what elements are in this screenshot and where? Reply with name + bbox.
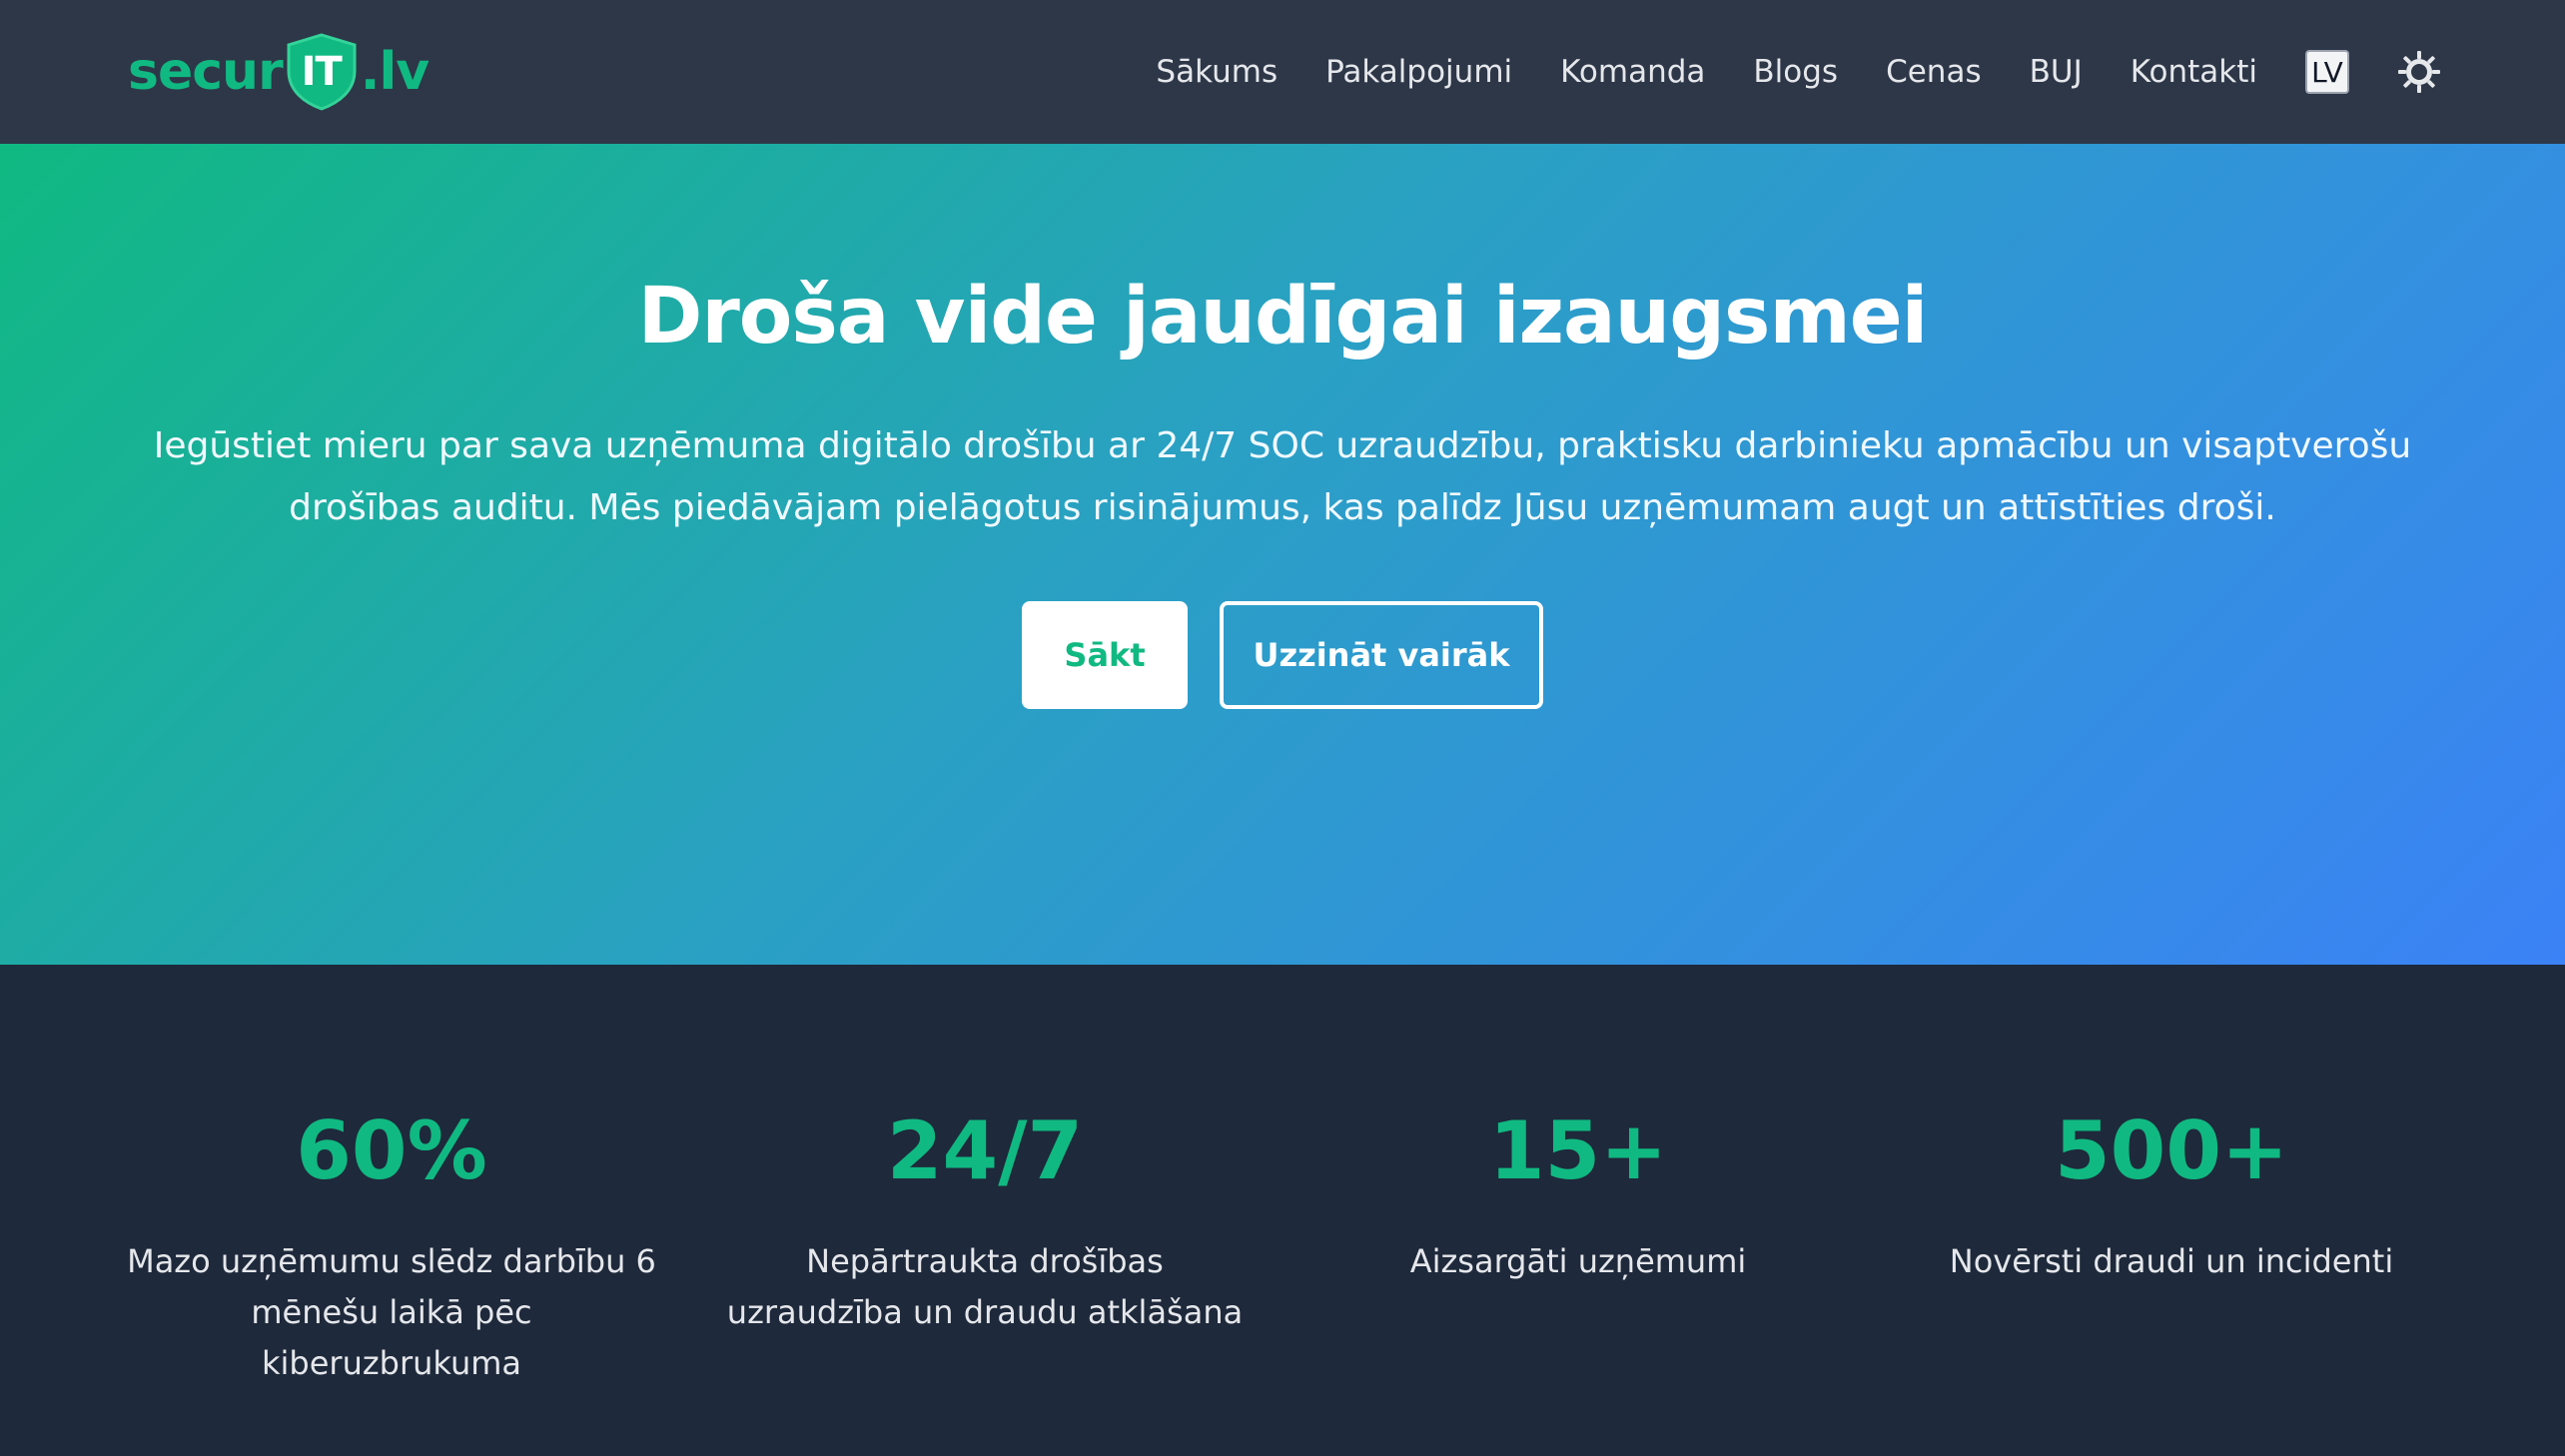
stat-value: 60% xyxy=(296,1104,487,1197)
stat-label: Nepārtraukta drošības uzraudzība un drau… xyxy=(726,1242,1244,1331)
stat-label: Mazo uzņēmumu slēdz darbību 6 mēnešu lai… xyxy=(127,1242,656,1382)
hero-subtitle: Iegūstiet mieru par sava uzņēmuma digitā… xyxy=(153,425,2412,528)
learn-more-button[interactable]: Uzzināt vairāk xyxy=(1220,601,1543,709)
stat-value: 15+ xyxy=(1488,1104,1668,1197)
top-navbar: secur IT .lv Sākums Pakalpojumi Komanda … xyxy=(0,0,2565,144)
nav-link-komanda[interactable]: Komanda xyxy=(1560,54,1705,90)
nav-link-kontakti[interactable]: Kontakti xyxy=(2131,54,2257,90)
logo-shield-text: IT xyxy=(301,49,343,95)
stat-label: Novērsti draudi un incidenti xyxy=(1949,1242,2394,1280)
logo-text-left: secur xyxy=(128,42,284,102)
stat-value: 24/7 xyxy=(886,1104,1084,1197)
logo-text-right: .lv xyxy=(360,42,429,102)
sun-icon xyxy=(2398,51,2440,93)
nav-link-sakums[interactable]: Sākums xyxy=(1156,54,1278,90)
nav-link-cenas[interactable]: Cenas xyxy=(1886,54,1982,90)
main-nav: Sākums Pakalpojumi Komanda Blogs Cenas B… xyxy=(1156,50,2441,94)
start-button[interactable]: Sākt xyxy=(1022,601,1188,709)
hero-section: Droša vide jaudīgai izaugsmei Iegūstiet … xyxy=(0,144,2565,965)
nav-link-blogs[interactable]: Blogs xyxy=(1753,54,1838,90)
shield-icon: IT xyxy=(285,33,359,111)
language-switch-button[interactable]: LV xyxy=(2305,50,2349,94)
nav-link-buj[interactable]: BUJ xyxy=(2030,54,2083,90)
site-logo[interactable]: secur IT .lv xyxy=(128,33,429,111)
stat-label: Aizsargāti uzņēmumi xyxy=(1409,1242,1747,1280)
theme-toggle-button[interactable] xyxy=(2397,50,2441,94)
nav-link-pakalpojumi[interactable]: Pakalpojumi xyxy=(1325,54,1512,90)
stats-section: 60% Mazo uzņēmumu slēdz darbību 6 mēnešu… xyxy=(0,965,2565,1456)
stat-value: 500+ xyxy=(2054,1104,2289,1197)
hero-title: Droša vide jaudīgai izaugsmei xyxy=(637,272,1929,362)
hero-actions: Sākt Uzzināt vairāk xyxy=(0,601,2565,709)
